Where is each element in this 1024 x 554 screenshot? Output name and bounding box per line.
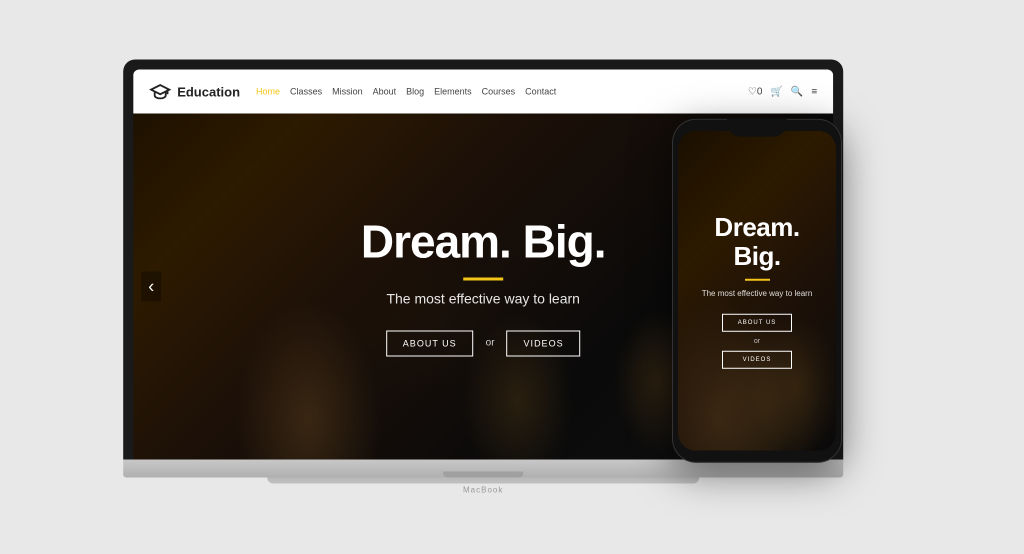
laptop-base-notch: [443, 472, 523, 478]
nav-icons: ♡0 🛒 🔍 ≡: [748, 86, 817, 97]
hero-title: Dream. Big.: [361, 217, 606, 268]
heart-count-icon[interactable]: ♡0: [748, 86, 763, 97]
phone-website-preview: Dream. Big. The most effective way to le…: [678, 131, 836, 451]
phone-hero-divider: [745, 278, 770, 280]
logo-icon: [149, 81, 171, 103]
about-us-button[interactable]: ABOUT US: [386, 330, 474, 356]
phone-about-us-button[interactable]: ABOUT US: [722, 313, 792, 331]
hero-buttons: ABOUT US or VIDEOS: [386, 330, 581, 356]
videos-button[interactable]: VIDEOS: [507, 330, 581, 356]
cart-icon[interactable]: 🛒: [770, 86, 782, 97]
nav-link-elements[interactable]: Elements: [434, 87, 472, 97]
phone-notch: [727, 119, 787, 137]
scene: Education Home Classes Mission About Blo…: [0, 0, 1024, 554]
phone-device: Dream. Big. The most effective way to le…: [672, 119, 842, 463]
phone-videos-button[interactable]: VIDEOS: [722, 350, 792, 368]
nav-link-contact[interactable]: Contact: [525, 87, 556, 97]
laptop-stand: [267, 478, 699, 484]
search-icon[interactable]: 🔍: [791, 86, 803, 97]
hero-or-label: or: [486, 338, 495, 349]
nav-link-home[interactable]: Home: [256, 87, 280, 97]
phone-hero-subtitle: The most effective way to learn: [702, 288, 813, 297]
hero-subtitle: The most effective way to learn: [386, 290, 580, 306]
navbar: Education Home Classes Mission About Blo…: [133, 70, 833, 114]
carousel-prev-arrow[interactable]: ‹: [141, 272, 161, 302]
nav-link-mission[interactable]: Mission: [332, 87, 363, 97]
nav-link-classes[interactable]: Classes: [290, 87, 322, 97]
phone-hero-content: Dream. Big. The most effective way to le…: [678, 131, 836, 451]
nav-brand[interactable]: Education: [149, 81, 240, 103]
menu-icon[interactable]: ≡: [811, 86, 817, 97]
nav-link-courses[interactable]: Courses: [482, 87, 516, 97]
nav-link-about[interactable]: About: [373, 87, 397, 97]
nav-links: Home Classes Mission About Blog Elements…: [256, 87, 748, 97]
phone-frame: Dream. Big. The most effective way to le…: [672, 119, 842, 463]
phone-hero-title: Dream. Big.: [694, 213, 820, 270]
phone-hero-buttons: ABOUT US or VIDEOS: [722, 313, 792, 368]
brand-name: Education: [177, 84, 240, 99]
hero-divider: [463, 277, 503, 280]
phone-hero-or-label: or: [754, 337, 760, 344]
nav-link-blog[interactable]: Blog: [406, 87, 424, 97]
phone-screen: Dream. Big. The most effective way to le…: [678, 131, 836, 451]
laptop-brand-label: MacBook: [123, 486, 843, 495]
